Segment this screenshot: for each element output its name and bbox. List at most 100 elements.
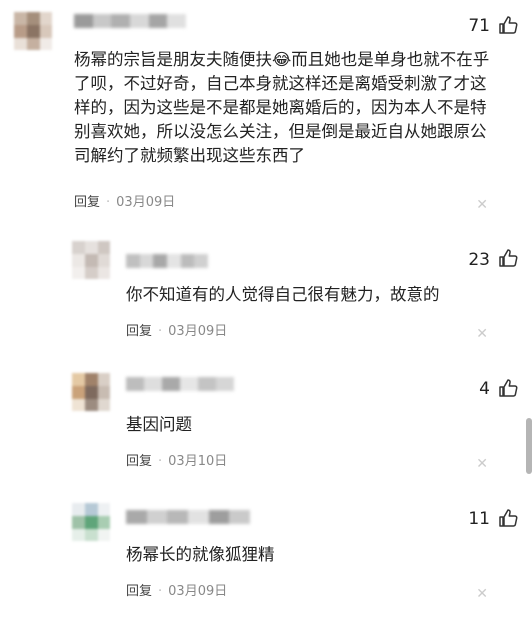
comment-date: 03月09日 [168,324,228,339]
username-mosaic-cell [208,510,231,524]
avatar-mosaic-cell [27,12,40,25]
avatar-mosaic-cell [72,529,85,541]
thumbs-up-icon[interactable] [498,378,518,398]
username-mosaic-cell [188,510,210,524]
close-icon[interactable]: ✕ [476,455,488,473]
avatar-mosaic-cell [85,529,98,541]
avatar-mosaic-cell [98,373,110,386]
comment-meta: 回复 · 03月09日 [74,194,175,212]
avatar-mosaic-cell [72,241,85,254]
comment-text: 杨幂长的就像狐狸精 [126,545,275,564]
comment-meta: 回复 · 03月10日 [126,453,227,471]
avatar-mosaic-cell [72,254,85,267]
username-mosaic-cell [144,377,163,391]
thumbs-up-icon[interactable] [498,15,518,35]
username-mosaic-cell [167,510,189,524]
avatar-mosaic-cell [72,399,85,411]
avatar-mosaic-cell [40,12,52,25]
avatar-mosaic-cell [85,386,98,399]
username-mosaic-cell [162,377,181,391]
avatar-mosaic-cell [98,516,110,529]
close-icon[interactable]: ✕ [476,196,488,214]
comment-date: 03月09日 [168,584,228,599]
avatar-mosaic-cell [98,399,110,411]
comment-meta: 回复 · 03月09日 [126,323,227,341]
avatar-mosaic-cell [85,241,98,254]
avatar-mosaic-cell [98,241,110,254]
avatar-mosaic-cell [72,373,85,386]
avatar-mosaic-cell [40,38,52,50]
thumbs-up-icon[interactable] [498,508,518,528]
comment-meta: 回复 · 03月09日 [126,583,227,601]
comment-date: 03月10日 [168,454,228,469]
username-mosaic-cell [229,510,250,524]
username-mosaic-cell [180,377,199,391]
close-icon[interactable]: ✕ [476,585,488,603]
username-mosaic-cell [111,14,131,28]
username[interactable] [126,377,234,391]
username-mosaic-cell [130,14,150,28]
comment-1: 71 杨幂的宗旨是朋友夫随便扶😂而且她也是单身也就不在乎了呗，不过好奇，自己本身… [0,0,532,230]
avatar-mosaic-cell [98,529,110,541]
username-mosaic-cell [167,254,182,268]
avatar-mosaic-cell [85,399,98,411]
username[interactable] [126,510,250,524]
like-count: 11 [468,509,490,529]
like-count: 71 [468,16,490,36]
avatar[interactable] [72,373,110,411]
username-mosaic-cell [198,377,217,391]
scrollbar-thumb[interactable] [526,418,532,474]
avatar-mosaic-cell [85,373,98,386]
username-mosaic-cell [153,254,168,268]
separator-dot: · [158,454,163,469]
avatar-mosaic-cell [72,503,85,516]
reply-button[interactable]: 回复 [126,584,152,599]
avatar-mosaic-cell [85,516,98,529]
username-mosaic-cell [167,14,186,28]
username-mosaic-cell [148,14,169,28]
comment-text: 杨幂的宗旨是朋友夫随便扶😂而且她也是单身也就不在乎了呗，不过好奇，自己本身就这样… [74,50,490,165]
avatar[interactable] [72,503,110,541]
username-mosaic-cell [194,254,208,268]
like-count: 23 [468,250,490,270]
avatar-mosaic-cell [98,267,110,279]
username-mosaic-cell [180,254,196,268]
avatar[interactable] [72,241,110,279]
avatar-mosaic-cell [98,254,110,267]
username-mosaic-cell [146,510,169,524]
reply-button[interactable]: 回复 [126,324,152,339]
avatar-mosaic-cell [98,503,110,516]
username[interactable] [126,254,208,268]
username[interactable] [74,14,186,28]
separator-dot: · [158,584,163,599]
avatar-mosaic-cell [14,25,27,38]
avatar-mosaic-cell [72,386,85,399]
separator-dot: · [106,195,111,210]
username-mosaic-cell [92,14,113,28]
avatar-mosaic-cell [27,38,40,50]
username-mosaic-cell [126,377,145,391]
avatar-mosaic-cell [14,38,27,50]
comment-text: 基因问题 [126,415,192,434]
close-icon[interactable]: ✕ [476,325,488,343]
avatar-mosaic-cell [98,386,110,399]
thumbs-up-icon[interactable] [498,248,518,268]
comment-text: 你不知道有的人觉得自己很有魅力，故意的 [126,285,440,304]
separator-dot: · [158,324,163,339]
avatar-mosaic-cell [72,516,85,529]
avatar[interactable] [14,12,52,50]
like-count: 4 [479,379,490,399]
username-mosaic-cell [216,377,234,391]
username-mosaic-cell [74,14,94,28]
comment-date: 03月09日 [116,195,176,210]
avatar-mosaic-cell [85,267,98,279]
username-mosaic-cell [126,510,148,524]
avatar-mosaic-cell [85,503,98,516]
avatar-mosaic-cell [14,12,27,25]
reply-button[interactable]: 回复 [74,195,100,210]
username-mosaic-cell [139,254,155,268]
username-mosaic-cell [126,254,141,268]
avatar-mosaic-cell [40,25,52,38]
reply-button[interactable]: 回复 [126,454,152,469]
avatar-mosaic-cell [27,25,40,38]
